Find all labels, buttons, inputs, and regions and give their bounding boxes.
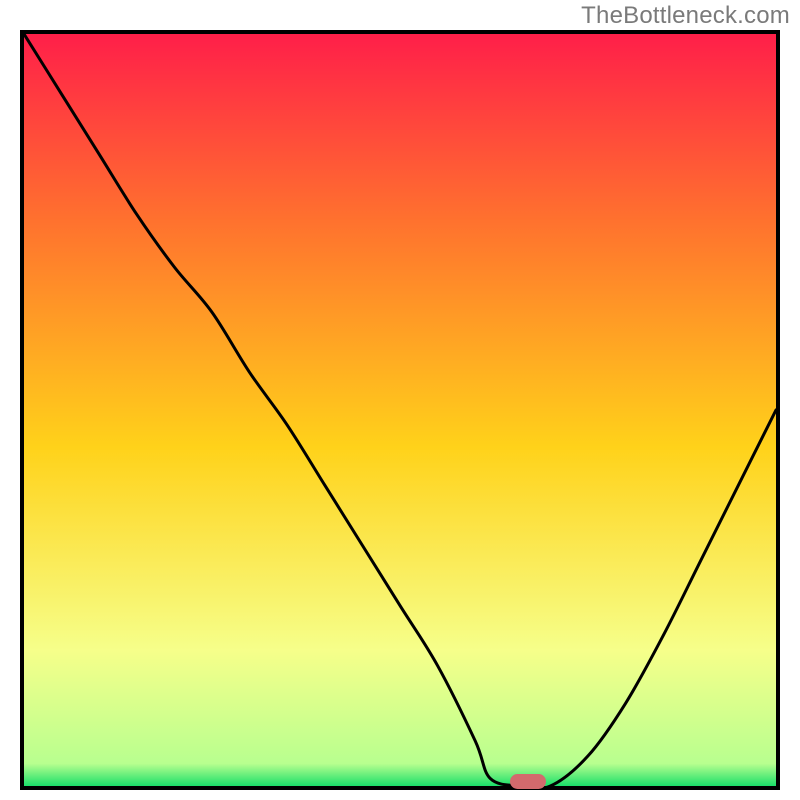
watermark-text: TheBottleneck.com: [581, 2, 790, 30]
chart-background: [24, 34, 776, 786]
optimal-marker: [510, 774, 546, 789]
chart-area: [24, 34, 776, 786]
chart-svg: [24, 34, 776, 786]
chart-frame: [20, 30, 780, 790]
